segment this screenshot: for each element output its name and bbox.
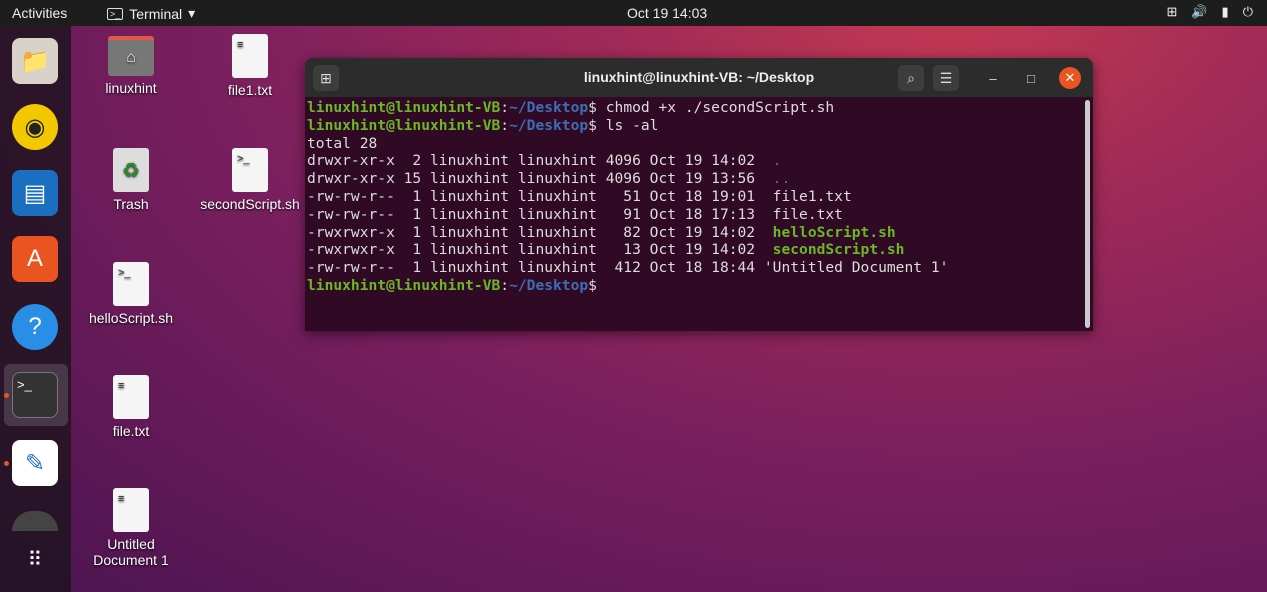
app-menu-label: Terminal [129, 5, 183, 22]
file-name: file1.txt [772, 187, 852, 205]
power-icon: ⏻ [1242, 4, 1253, 19]
desktop-icon-secondscript[interactable]: >_ secondScript.sh [195, 148, 305, 212]
terminal-line: total 28 [307, 135, 1093, 153]
ls-row: drwxr-xr-x 15 linuxhint linuxhint 4096 O… [307, 170, 1093, 188]
minimize-button[interactable]: – [982, 67, 1004, 89]
writer-icon[interactable]: ▤ [12, 170, 58, 216]
file-meta: drwxr-xr-x 2 linuxhint linuxhint 4096 Oc… [307, 152, 773, 170]
file-name: helloScript.sh [772, 223, 896, 241]
activities-button[interactable]: Activities [12, 5, 67, 21]
terminal-icon: >_ [107, 7, 124, 20]
home-folder-icon: ⌂ [108, 36, 154, 76]
terminal-titlebar[interactable]: ⊞ linuxhint@linuxhint-VB: ~/Desktop ⌕ ☰ … [305, 58, 1093, 97]
text-editor-icon[interactable]: ✎ [12, 440, 58, 486]
desktop-icon-label: linuxhint [105, 80, 157, 96]
script-file-icon: >_ [113, 262, 149, 306]
prompt-path: ~/Desktop [509, 276, 589, 294]
desktop-icon-trash[interactable]: ♻ Trash [76, 148, 186, 212]
software-icon[interactable]: A [12, 236, 58, 282]
terminal-output[interactable]: linuxhint@linuxhint-VB:~/Desktop$ chmod … [305, 97, 1093, 295]
trash-icon: ♻ [113, 148, 149, 192]
prompt-path: ~/Desktop [509, 99, 589, 116]
desktop-icon-file1[interactable]: ≡ file1.txt [195, 34, 305, 98]
desktop-icon-label: helloScript.sh [88, 310, 174, 326]
file-name: 'Untitled Document 1' [763, 259, 949, 277]
terminal-line: linuxhint@linuxhint-VB:~/Desktop$ chmod … [307, 99, 835, 116]
desktop-icon-label: secondScript.sh [200, 196, 300, 212]
ls-row: -rw-rw-r-- 1 linuxhint linuxhint 51 Oct … [307, 188, 1093, 206]
maximize-button[interactable]: □ [1020, 67, 1042, 89]
scrollbar[interactable] [1085, 100, 1090, 328]
text-file-icon: ≡ [113, 375, 149, 419]
text-file-icon: ≡ [113, 488, 149, 532]
file-name: .. [772, 170, 791, 188]
volume-icon: 🔊 [1191, 4, 1208, 19]
running-indicator [4, 461, 9, 466]
caret-down-icon: ▾ [188, 5, 196, 21]
prompt-user: linuxhint@linuxhint-VB [307, 276, 501, 294]
desktop-icon-label: file.txt [112, 423, 150, 439]
clock[interactable]: Oct 19 14:03 [627, 5, 707, 21]
app-menu[interactable]: >_ Terminal ▾ [107, 5, 195, 22]
total-line: total 28 [307, 134, 378, 152]
desktop-icon-file[interactable]: ≡ file.txt [76, 375, 186, 439]
file-name: . [772, 152, 782, 170]
file-meta: drwxr-xr-x 15 linuxhint linuxhint 4096 O… [307, 170, 773, 188]
command-text: chmod +x ./secondScript.sh [605, 99, 835, 116]
text-file-icon: ≡ [232, 34, 268, 78]
prompt-user: linuxhint@linuxhint-VB [307, 116, 501, 134]
ls-row: drwxr-xr-x 2 linuxhint linuxhint 4096 Oc… [307, 152, 1093, 170]
ls-row: -rw-rw-r-- 1 linuxhint linuxhint 91 Oct … [307, 206, 1093, 224]
file-meta: -rw-rw-r-- 1 linuxhint linuxhint 91 Oct … [307, 205, 773, 223]
script-file-icon: >_ [232, 148, 268, 192]
file-meta: -rw-rw-r-- 1 linuxhint linuxhint 51 Oct … [307, 187, 773, 205]
ls-row: -rwxrwxr-x 1 linuxhint linuxhint 13 Oct … [307, 241, 1093, 259]
file-meta: -rwxrwxr-x 1 linuxhint linuxhint 13 Oct … [307, 241, 773, 259]
battery-icon: ▮ [1221, 4, 1229, 19]
show-apps-icon[interactable]: ⠿ [12, 536, 58, 582]
desktop-icon-helloscript[interactable]: >_ helloScript.sh [76, 262, 186, 326]
file-name: secondScript.sh [772, 241, 905, 259]
help-icon[interactable]: ? [12, 304, 58, 350]
menu-button[interactable]: ☰ [933, 65, 959, 91]
files-icon[interactable]: 📁 [12, 38, 58, 84]
top-bar: Activities >_ Terminal ▾ Oct 19 14:03 ⊞ 🔊 ▮ ⏻ [0, 0, 1267, 26]
desktop-icon-label: file1.txt [227, 82, 273, 98]
window-title: linuxhint@linuxhint-VB: ~/Desktop [583, 69, 815, 85]
prompt-user: linuxhint@linuxhint-VB [307, 99, 501, 116]
disc-icon[interactable] [12, 511, 58, 531]
file-meta: -rw-rw-r-- 1 linuxhint linuxhint 412 Oct… [307, 259, 764, 277]
system-tray[interactable]: ⊞ 🔊 ▮ ⏻ [1166, 4, 1253, 20]
ls-row: -rwxrwxr-x 1 linuxhint linuxhint 82 Oct … [307, 224, 1093, 242]
terminal-line: linuxhint@linuxhint-VB:~/Desktop$ [307, 276, 606, 294]
ls-row: -rw-rw-r-- 1 linuxhint linuxhint 412 Oct… [307, 259, 1093, 277]
desktop-icon-home[interactable]: ⌂ linuxhint [76, 36, 186, 96]
file-meta: -rwxrwxr-x 1 linuxhint linuxhint 82 Oct … [307, 223, 773, 241]
desktop-icon-label: Trash [113, 196, 149, 212]
running-indicator [4, 393, 9, 398]
network-icon: ⊞ [1166, 4, 1178, 19]
desktop-icon-label: Untitled Document 1 [93, 536, 169, 568]
terminal-dock-icon[interactable]: >_ [12, 372, 58, 418]
terminal-window[interactable]: ⊞ linuxhint@linuxhint-VB: ~/Desktop ⌕ ☰ … [305, 58, 1093, 331]
rhythmbox-icon[interactable]: ◉ [12, 104, 58, 150]
terminal-line: linuxhint@linuxhint-VB:~/Desktop$ ls -al [307, 116, 659, 134]
dock: 📁 ◉ ▤ A ? >_ ✎ ⠿ [0, 26, 71, 592]
search-button[interactable]: ⌕ [898, 65, 924, 91]
desktop-icon-untitled[interactable]: ≡ Untitled Document 1 [76, 488, 186, 568]
prompt-path: ~/Desktop [509, 116, 589, 134]
file-name: file.txt [772, 205, 843, 223]
close-button[interactable]: ✕ [1059, 67, 1081, 89]
command-text: ls -al [605, 116, 659, 134]
